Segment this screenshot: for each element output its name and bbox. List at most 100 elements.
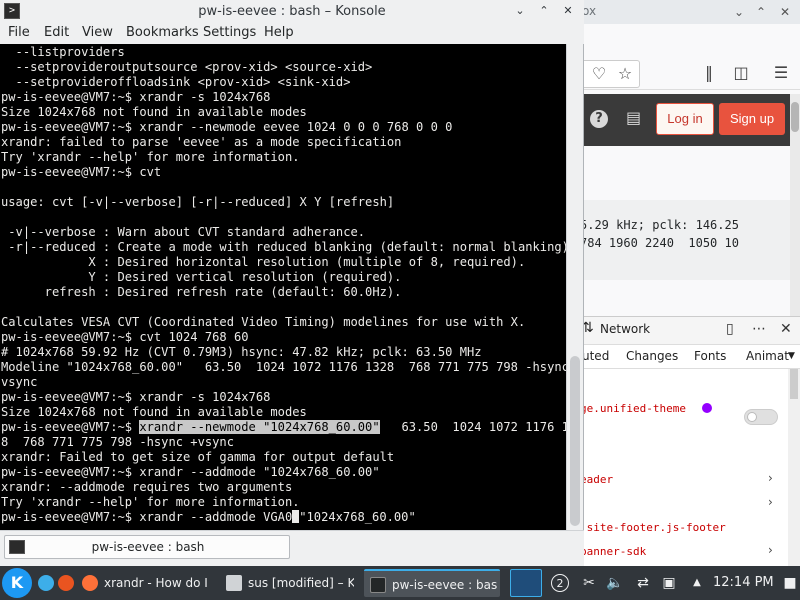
terminal-line: vsync (1, 375, 38, 389)
terminal-line: pw-is-eevee@VM7:~$ xrandr -s 1024x768 (1, 390, 271, 404)
firefox-launcher-icon[interactable] (58, 575, 74, 591)
menu-view[interactable]: View (82, 25, 113, 40)
terminal-line: pw-is-eevee@VM7:~$ xrandr --addmode "102… (1, 465, 380, 479)
signup-button[interactable]: Sign up (719, 103, 785, 135)
task-kate[interactable]: sus [modified] – Kat (220, 569, 356, 597)
tab-fonts[interactable]: Fonts (694, 349, 726, 363)
menu-settings[interactable]: Settings (203, 25, 256, 40)
task-firefox[interactable]: xrandr - How do I se (76, 569, 210, 597)
konsole-window: > pw-is-eevee : bash – Konsole ⌄ ⌃ ✕ Fil… (0, 0, 584, 566)
tab-animations[interactable]: Animat (746, 349, 789, 363)
url-bar[interactable]: ♡ ☆ (580, 60, 640, 88)
terminal-line-rest: 63.50 1024 1072 1176 132 (379, 420, 566, 434)
chevron-right-icon[interactable]: › (768, 543, 773, 557)
chevron-down-icon[interactable]: ⌄ (730, 3, 748, 21)
close-icon[interactable]: ✕ (776, 3, 794, 21)
menu-help[interactable]: Help (264, 25, 294, 40)
konsole-tab-bar: pw-is-eevee : bash (0, 530, 584, 566)
more-options-icon[interactable]: ⋯ (752, 321, 766, 337)
terminal-command-rest: "1024x768_60.00" (299, 510, 416, 524)
clipboard-icon[interactable]: ✂ (580, 574, 598, 592)
devtools-scrollbar-thumb[interactable] (790, 369, 798, 399)
system-settings-icon[interactable] (38, 575, 54, 591)
menu-bookmarks[interactable]: Bookmarks (126, 25, 199, 40)
page-scrollbar[interactable] (790, 94, 800, 316)
css-rule-row: .site-footer.js-footer (580, 521, 726, 534)
clock[interactable]: 12:14 PM (713, 575, 774, 590)
selected-text[interactable]: xrandr --newmode "1024x768_60.00" (139, 420, 380, 434)
inbox-icon[interactable]: ▤ (626, 110, 644, 126)
preference-indicator-dot (702, 403, 712, 413)
terminal-line: --listproviders (1, 45, 125, 59)
terminal-output[interactable]: --listproviders --setprovideroutputsourc… (0, 44, 566, 530)
tab-changes[interactable]: Changes (626, 349, 678, 363)
minimize-icon[interactable]: ⌄ (512, 3, 528, 19)
tab-network[interactable]: Network (600, 322, 650, 336)
firefox-titlebar[interactable]: ox ⌄ ⌃ ✕ (580, 0, 800, 24)
terminal-line: --setprovideroffloadsink <prov-xid> <sin… (1, 75, 351, 89)
chevron-up-icon[interactable]: ⌃ (752, 3, 770, 21)
terminal-scrollbar-thumb[interactable] (570, 356, 580, 526)
window-title: pw-is-eevee : bash – Konsole (198, 4, 386, 19)
task-konsole[interactable]: pw-is-eevee : bash – (364, 569, 500, 597)
konsole-icon (370, 577, 386, 593)
konsole-titlebar[interactable]: > pw-is-eevee : bash – Konsole ⌄ ⌃ ✕ (0, 0, 584, 23)
site-header: ? ▤ Log in Sign up (580, 94, 790, 146)
firefox-toolbar: ♡ ☆ ‖ ◫ ☰ (580, 44, 800, 90)
display-icon[interactable]: ▣ (660, 574, 678, 592)
terminal-line: pw-is-eevee@VM7:~$ xrandr --newmode eeve… (1, 120, 453, 134)
terminal-line: -r|--reduced : Create a mode with reduce… (1, 240, 566, 254)
terminal-line: xrandr: failed to parse 'eevee' as a mod… (1, 135, 402, 149)
code-line: 5.29 kHz; pclk: 146.25 (580, 218, 739, 232)
terminal-line: xrandr: --addmode requires two arguments (1, 480, 293, 494)
desktop-show-icon[interactable]: ■ (781, 574, 799, 592)
menu-file[interactable]: File (8, 25, 30, 40)
terminal-input-line[interactable]: pw-is-eevee@VM7:~$ xrandr --addmode VGA0… (1, 510, 416, 525)
application-launcher-icon[interactable]: K (2, 568, 32, 598)
expand-tray-icon[interactable]: ▲ (688, 574, 706, 592)
pocket-icon[interactable]: ♡ (588, 63, 610, 85)
chevron-right-icon[interactable]: › (768, 471, 773, 485)
preference-toggle[interactable] (744, 409, 778, 425)
devtools-toolbar: ⇅ Network ▯ ⋯ ✕ (580, 317, 800, 345)
devtools-panel: ⇅ Network ▯ ⋯ ✕ uted Changes Fonts Anima… (580, 316, 800, 566)
close-devtools-icon[interactable]: ✕ (780, 321, 792, 337)
chevron-down-icon[interactable]: ▼ (788, 351, 795, 361)
terminal-line: refresh : Desired refresh rate (default:… (1, 285, 402, 299)
maximize-icon[interactable]: ⌃ (536, 3, 552, 19)
menu-bar: File Edit View Bookmarks Settings Help (0, 23, 584, 44)
terminal-line: xrandr: Failed to get size of gamma for … (1, 450, 395, 464)
firefox-icon (82, 575, 98, 591)
task-label: sus [modified] – Kat (248, 576, 354, 590)
tab-label: pw-is-eevee : bash (91, 540, 205, 554)
terminal-line: Try 'xrandr --help' for more information… (1, 150, 300, 164)
help-icon[interactable]: ? (590, 110, 608, 128)
terminal-scrollbar[interactable] (566, 44, 582, 530)
desktop-pager[interactable] (510, 569, 542, 597)
pager-badge[interactable]: 2 (551, 574, 569, 592)
tab-session[interactable]: pw-is-eevee : bash (4, 535, 290, 559)
responsive-design-icon[interactable]: ▯ (726, 321, 734, 337)
terminal-line: -v|--verbose : Warn about CVT standard a… (1, 225, 366, 239)
close-icon[interactable]: ✕ (560, 3, 576, 19)
devtools-subtabs: uted Changes Fonts Animat ▼ (580, 345, 800, 369)
sidebar-icon[interactable]: ◫ (730, 62, 752, 84)
tab-computed[interactable]: uted (582, 349, 609, 363)
terminal-line: Modeline "1024x768_60.00" 63.50 1024 107… (1, 360, 566, 374)
volume-icon[interactable]: 🔈 (606, 574, 624, 592)
bookmark-star-icon[interactable]: ☆ (614, 63, 636, 85)
page-scrollbar-thumb[interactable] (791, 102, 799, 132)
terminal-line: Size 1024x768 not found in available mod… (1, 405, 307, 419)
css-rule-row: eader (580, 473, 614, 486)
library-icon[interactable]: ‖ (698, 62, 720, 84)
network-icon[interactable]: ⇄ (634, 574, 652, 592)
chevron-right-icon[interactable]: › (768, 495, 773, 509)
menu-edit[interactable]: Edit (44, 25, 69, 40)
terminal-line: # 1024x768 59.92 Hz (CVT 0.79M3) hsync: … (1, 345, 482, 359)
login-button[interactable]: Log in (656, 103, 714, 135)
hamburger-menu-icon[interactable]: ☰ (770, 62, 792, 84)
terminal-line: 8 768 771 775 798 -hsync +vsync (1, 435, 234, 449)
devtools-scrollbar[interactable] (788, 369, 800, 566)
toggle-knob (747, 412, 757, 422)
terminal-line: Calculates VESA CVT (Coordinated Video T… (1, 315, 526, 329)
